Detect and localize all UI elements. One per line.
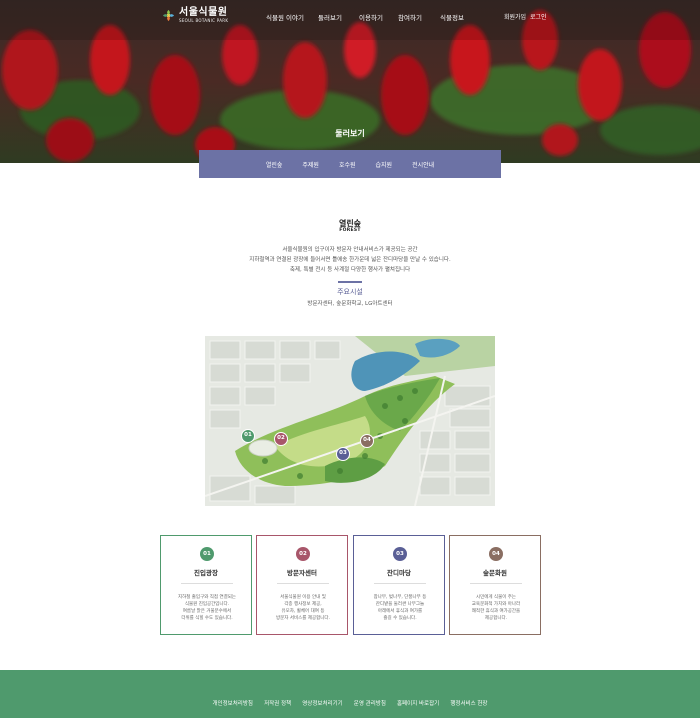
card-title: 숲문화원 (483, 569, 507, 577)
card-divider (470, 583, 522, 584)
card-body: 서울식물원 이용 안내 및 각종 행사정보 제공, 유모차, 휠체어 대여 등 … (261, 594, 345, 622)
card-body-line: 서울식물원 이용 안내 및 (280, 595, 326, 600)
card-number: 04 (489, 547, 503, 561)
main-nav: 식물원 이야기 둘러보기 이용하기 참여하기 식물정보 (0, 12, 700, 24)
nav-tour[interactable]: 둘러보기 (318, 12, 342, 22)
map-marker-03[interactable]: 03 (336, 447, 350, 461)
footer-link-operation[interactable]: 운영 관리방침 (354, 701, 386, 707)
footer-links: 개인정보처리방침 저작권 정책 영상정보처리기기 운영 관리방침 홈페이지 바로… (0, 690, 700, 709)
park-aerial-map: 01 02 03 04 (205, 336, 495, 506)
map-marker-01[interactable]: 01 (241, 429, 255, 443)
footer: 개인정보처리방침 저작권 정책 영상정보처리기기 운영 관리방침 홈페이지 바로… (0, 670, 700, 718)
subnav-wetland[interactable]: 습지원 (366, 160, 403, 169)
description-line-2: 지하철역과 연결된 광장에 들어서면 틀에송 한가운데 넓은 잔디마당을 만날 … (249, 257, 451, 263)
page: 서울식물원 SEOUL BOTANIC PARK 식물원 이야기 둘러보기 이용… (0, 0, 700, 718)
card-number: 03 (393, 547, 407, 561)
facility-card-03[interactable]: 03 잔디마당 참나무, 벚나무, 단풍나무 등 잔디밭을 둘러싼 나무그늘 아… (353, 535, 445, 635)
hero-title: 둘러보기 (335, 129, 365, 138)
hero-banner: 서울식물원 SEOUL BOTANIC PARK 식물원 이야기 둘러보기 이용… (0, 0, 700, 163)
card-body-line: 유모차, 휠체어 대여 등 (281, 609, 325, 614)
card-body-line: 방문자 서비스를 제공합니다. (276, 616, 330, 621)
facility-card-02[interactable]: 02 방문자센터 서울식물원 이용 안내 및 각종 행사정보 제공, 유모차, … (256, 535, 348, 635)
sub-nav: 열린숲 주제원 호수원 습지원 전시안내 (199, 150, 501, 178)
facility-list: 방문자센터, 숲문화학교, LG아트센터 (307, 301, 393, 307)
nav-participate[interactable]: 참여하기 (398, 12, 422, 22)
card-body-line: 각종 행사정보 제공, (284, 602, 322, 607)
card-body-line: 잔디밭을 둘러싼 나무그늘 (375, 602, 425, 607)
card-divider (277, 583, 329, 584)
subnav-theme-garden[interactable]: 주제원 (292, 160, 329, 169)
card-title: 잔디마당 (387, 569, 411, 577)
footer-link-charter[interactable]: 행정서비스 헌장 (450, 701, 487, 707)
card-body-line: 쾌적한 휴식과 여가공간을 (471, 609, 521, 614)
card-divider (181, 583, 233, 584)
subnav-lake-garden[interactable]: 호수원 (329, 160, 366, 169)
section-divider (338, 281, 362, 283)
card-body-line: 여름날 맑은 거울분수에서 (182, 609, 232, 614)
aerial-map-image (205, 336, 495, 506)
card-body-line: 더위를 식힐 수도 있습니다. (181, 616, 233, 621)
card-divider (374, 583, 426, 584)
card-body-line: 아래에서 휴식과 여가를 (377, 609, 423, 614)
card-body-line: 즐길 수 있습니다. (383, 616, 417, 621)
map-marker-04[interactable]: 04 (360, 434, 374, 448)
facility-card-04[interactable]: 04 숲문화원 시민에게 식물이 주는 교육문화적 가치와 아나라 쾌적한 휴식… (449, 535, 541, 635)
card-body-line: 시민에게 식물이 주는 (475, 595, 517, 600)
card-title: 방문자센터 (287, 569, 317, 577)
card-body-line: 제공합니다. (484, 616, 508, 621)
facility-label: 주요시설 (337, 288, 363, 296)
card-title: 진입광장 (194, 569, 218, 577)
nav-plant-info[interactable]: 식물정보 (440, 12, 464, 22)
nav-story[interactable]: 식물원 이야기 (266, 12, 304, 22)
card-body: 시민에게 식물이 주는 교육문화적 가치와 아나라 쾌적한 휴식과 여가공간을 … (454, 594, 538, 622)
nav-use[interactable]: 이용하기 (359, 12, 383, 22)
subnav-forest[interactable]: 열린숲 (256, 160, 293, 169)
footer-link-correction[interactable]: 홈페이지 바로잡기 (397, 701, 439, 707)
footer-link-cctv[interactable]: 영상정보처리기기 (302, 701, 342, 707)
card-body-line: 교육문화적 가치와 아나라 (471, 602, 521, 607)
login-link[interactable]: 로그인 (530, 12, 547, 21)
description-line-3: 축제, 특별 전시 등 사계절 다양한 행사가 펼쳐집니다 (289, 267, 411, 273)
signup-link[interactable]: 회원가입 (504, 12, 526, 21)
card-body: 참나무, 벚나무, 단풍나무 등 잔디밭을 둘러싼 나무그늘 아래에서 휴식과 … (358, 594, 442, 622)
top-bar: 서울식물원 SEOUL BOTANIC PARK 식물원 이야기 둘러보기 이용… (0, 0, 700, 36)
subnav-exhibition[interactable]: 전시안내 (402, 160, 444, 169)
map-marker-02[interactable]: 02 (274, 432, 288, 446)
card-body-line: 참나무, 벚나무, 단풍나무 등 (373, 595, 427, 600)
facility-card-01[interactable]: 01 진입광장 지하철 출입구와 직접 연결되는 식물원 진입공간입니다. 여름… (160, 535, 252, 635)
section-subtitle: FOREST (339, 228, 361, 233)
description-line-1: 서울식물원의 입구이자 방문자 안내서비스가 제공되는 공간 (282, 247, 418, 253)
footer-link-copyright[interactable]: 저작권 정책 (264, 701, 291, 707)
footer-link-privacy[interactable]: 개인정보처리방침 (212, 701, 252, 707)
card-body: 지하철 출입구와 직접 연결되는 식물원 진입공간입니다. 여름날 맑은 거울분… (165, 594, 249, 622)
card-body-line: 지하철 출입구와 직접 연결되는 (177, 595, 237, 600)
card-number: 01 (200, 547, 214, 561)
card-body-line: 식물원 진입공간입니다. (184, 602, 230, 607)
card-number: 02 (296, 547, 310, 561)
